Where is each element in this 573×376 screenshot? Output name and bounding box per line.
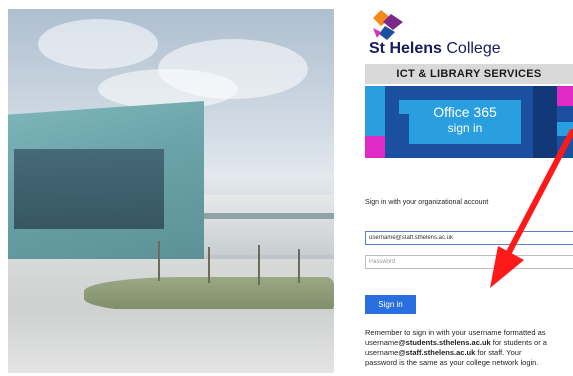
college-name: St Helens College	[369, 40, 501, 58]
banner-block	[557, 122, 573, 136]
tree	[208, 247, 210, 283]
password-input[interactable]	[365, 255, 573, 269]
help-line-2-bold: @students.sthelens.ac.uk	[398, 338, 491, 347]
college-name-regular: College	[441, 40, 501, 57]
department-bar: ICT & LIBRARY SERVICES	[365, 64, 573, 84]
tree	[258, 245, 260, 285]
sign-in-prompt: Sign in with your organizational account	[365, 199, 489, 206]
banner-block	[365, 136, 385, 158]
help-line-2: username@students.sthelens.ac.uk for stu…	[365, 338, 573, 348]
banner-block	[533, 86, 557, 158]
road	[8, 309, 334, 373]
help-line-3: username@staff.sthelens.ac.uk for staff.…	[365, 348, 573, 358]
help-line-4: password is the same as your college net…	[365, 358, 539, 367]
banner-line1: Office 365	[433, 104, 497, 120]
tree	[158, 241, 160, 281]
help-line-2-prefix: username	[365, 338, 399, 347]
building-glass	[14, 149, 164, 229]
sign-in-help: Remember to sign in with your username f…	[365, 328, 573, 368]
tree	[298, 249, 300, 283]
sign-in-button[interactable]: Sign in	[365, 295, 416, 314]
campus-photo	[8, 9, 334, 373]
help-line-3-suffix: for staff. Your	[475, 348, 522, 357]
login-panel: St Helens College ICT & LIBRARY SERVICES…	[355, 0, 573, 376]
building-stripe	[196, 213, 334, 219]
username-input[interactable]	[365, 231, 573, 245]
office365-banner: Office 365 sign in	[365, 86, 573, 158]
help-line-2-suffix: for students or a	[490, 338, 547, 347]
banner-title: Office 365 sign in	[409, 100, 521, 144]
banner-line2: sign in	[447, 121, 483, 135]
building-right	[196, 195, 334, 255]
help-line-3-prefix: username	[365, 348, 399, 357]
banner-block	[399, 100, 409, 114]
help-line-3-bold: @staff.sthelens.ac.uk	[398, 348, 476, 357]
college-name-bold: St Helens	[369, 40, 442, 57]
college-logo-icon	[373, 10, 403, 40]
help-line-1: Remember to sign in with your username f…	[365, 328, 546, 337]
banner-block	[557, 86, 573, 106]
